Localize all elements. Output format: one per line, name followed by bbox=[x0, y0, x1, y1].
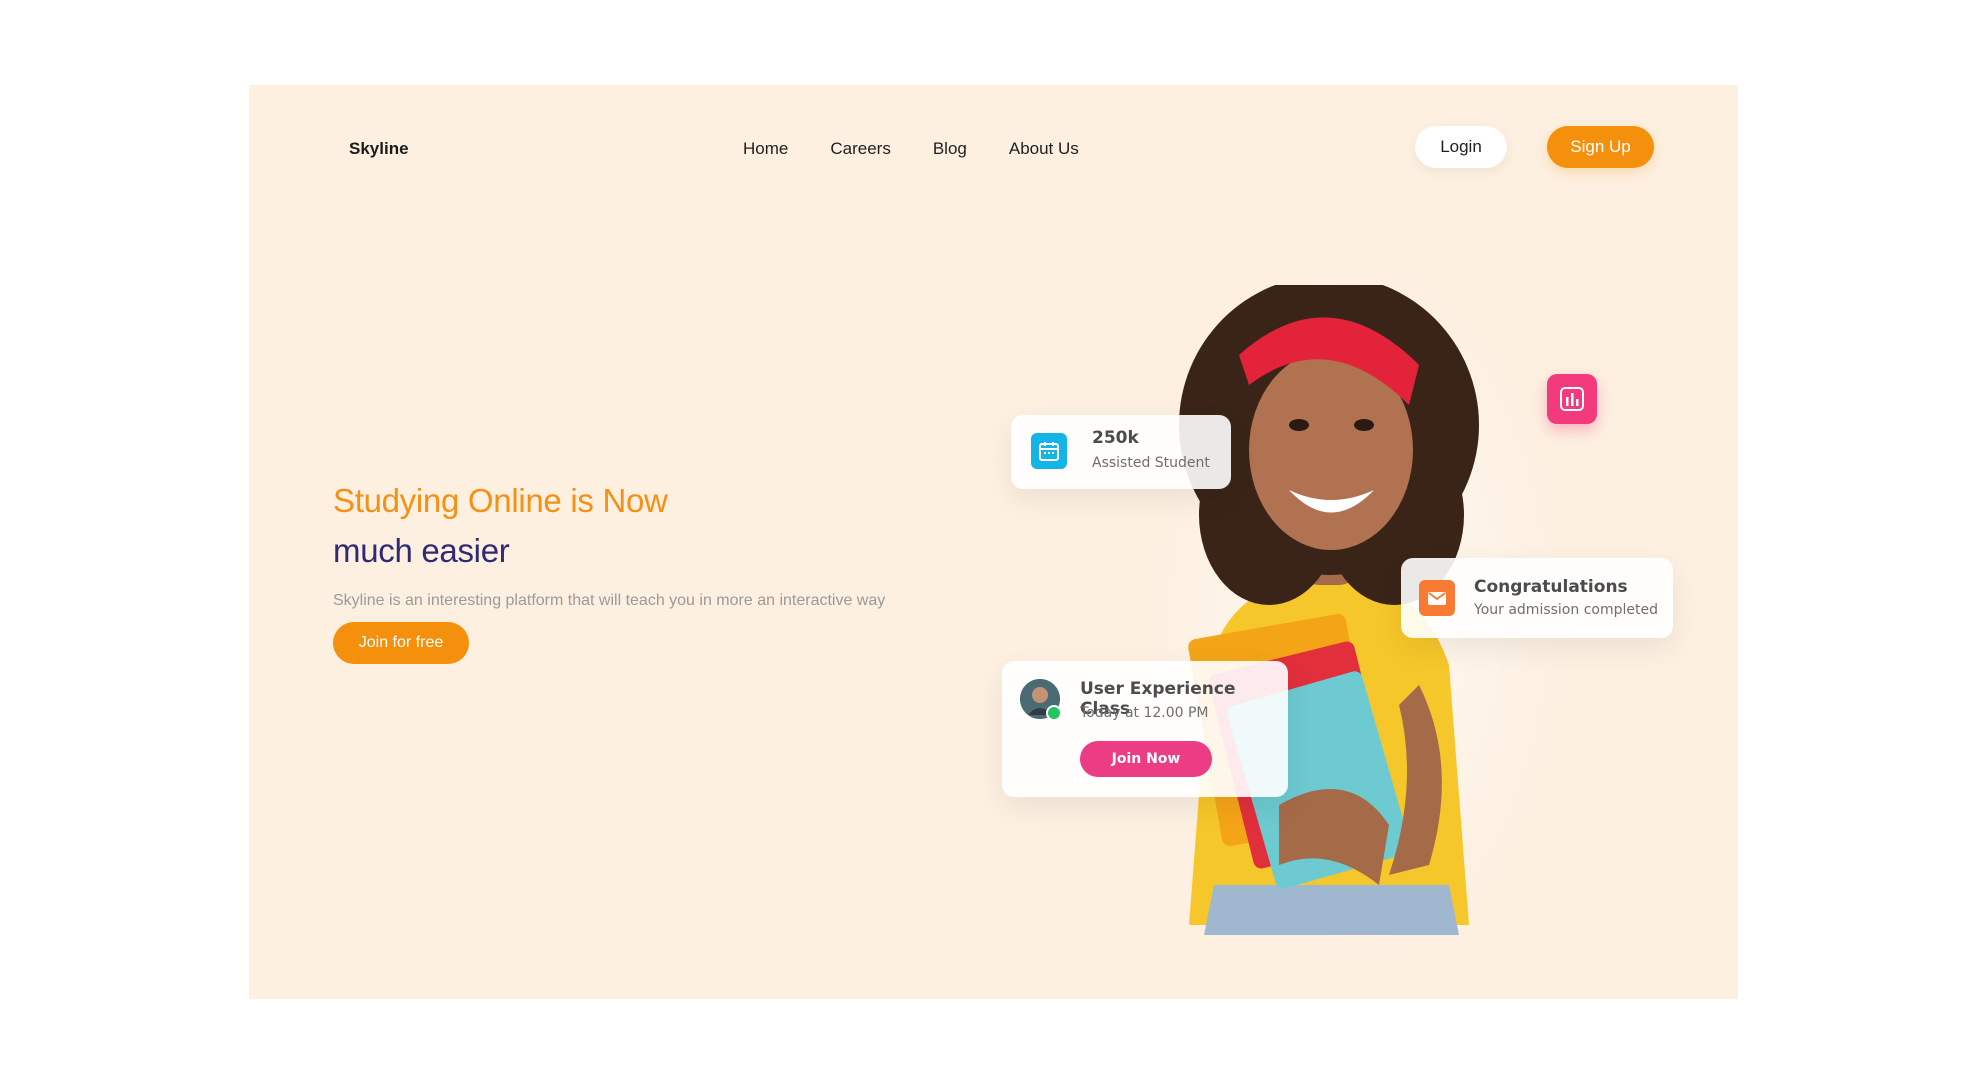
online-status-dot bbox=[1046, 705, 1062, 721]
brand-logo[interactable]: Skyline bbox=[349, 135, 409, 163]
nav-about-us[interactable]: About Us bbox=[1009, 135, 1079, 163]
nav-home[interactable]: Home bbox=[743, 135, 788, 163]
congrats-subtitle: Your admission completed bbox=[1474, 602, 1658, 618]
bar-chart-icon[interactable] bbox=[1547, 374, 1597, 424]
assisted-students-card: 250k Assisted Student bbox=[1011, 415, 1231, 489]
congratulations-card: Congratulations Your admission completed bbox=[1401, 558, 1673, 638]
congrats-title: Congratulations bbox=[1474, 577, 1628, 597]
main-nav: Home Careers Blog About Us bbox=[743, 135, 1079, 163]
stat-value: 250k bbox=[1092, 428, 1139, 448]
signup-button[interactable]: Sign Up bbox=[1547, 126, 1654, 168]
hero-subtitle: Skyline is an interesting platform that … bbox=[333, 592, 886, 609]
class-time: Today at 12.00 PM bbox=[1080, 705, 1209, 721]
nav-careers[interactable]: Careers bbox=[830, 135, 890, 163]
stat-label: Assisted Student bbox=[1092, 455, 1210, 471]
page-frame: Skyline Home Careers Blog About Us Login… bbox=[249, 85, 1738, 999]
join-now-button[interactable]: Join Now bbox=[1080, 741, 1212, 777]
join-for-free-button[interactable]: Join for free bbox=[333, 622, 469, 664]
hero-title-line2: much easier bbox=[333, 532, 510, 569]
mail-icon bbox=[1419, 580, 1455, 616]
nav-blog[interactable]: Blog bbox=[933, 135, 967, 163]
avatar bbox=[1020, 679, 1062, 721]
hero-title-line1: Studying Online is Now bbox=[333, 482, 668, 519]
calendar-icon bbox=[1031, 433, 1067, 469]
class-card: User Experience Class Today at 12.00 PM … bbox=[1002, 661, 1288, 797]
login-button[interactable]: Login bbox=[1415, 126, 1507, 168]
